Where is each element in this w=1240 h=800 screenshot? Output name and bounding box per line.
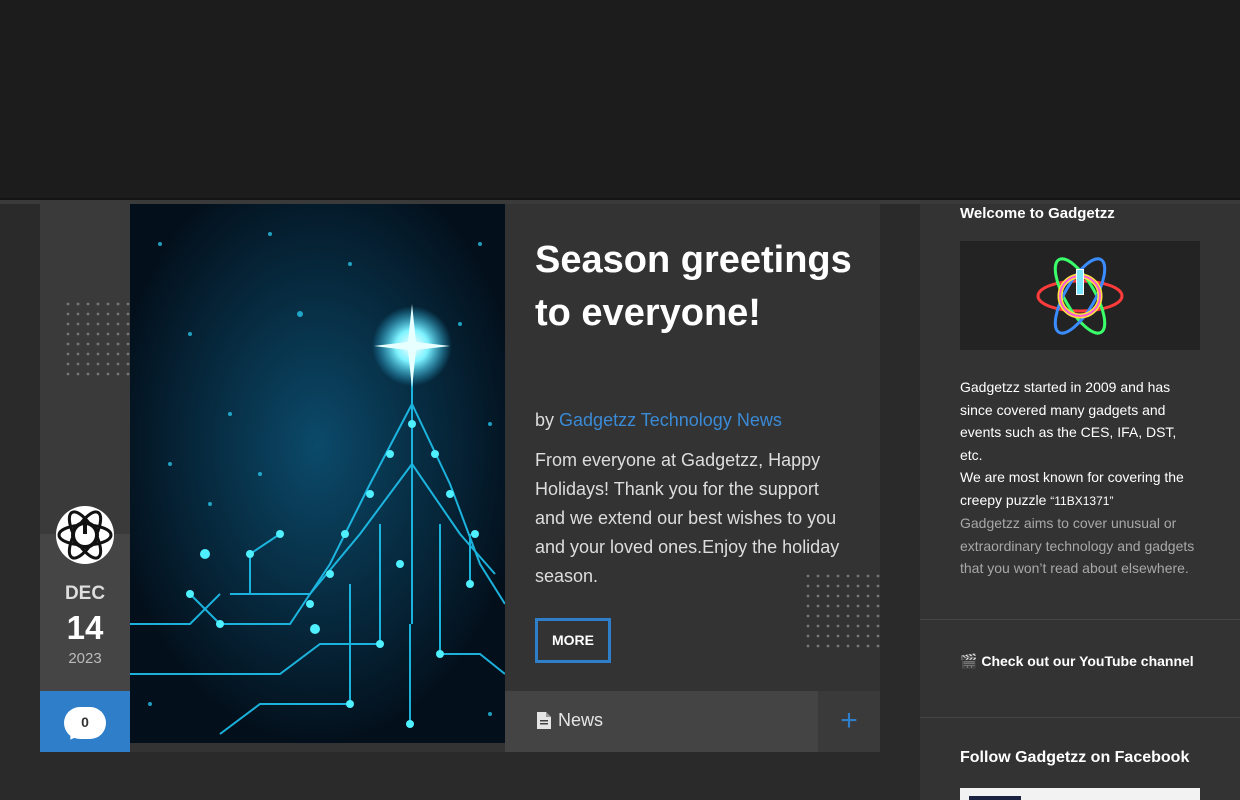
featured-image[interactable] [130, 204, 505, 743]
post-excerpt: From everyone at Gadgetzz, Happy Holiday… [535, 450, 840, 586]
comments-link[interactable]: 0 [40, 691, 130, 752]
comment-count: 0 [81, 714, 89, 730]
author-link[interactable]: Gadgetzz Technology News [559, 410, 782, 430]
youtube-link-label: Check out our YouTube channel [981, 653, 1194, 669]
sidebar: Welcome to Gadgetzz Gadgetzz started in … [920, 204, 1240, 800]
post-date-year: 2023 [68, 650, 102, 667]
facebook-page-thumbnail [969, 796, 1021, 800]
puzzle-name-link[interactable]: “11BX1371” [1050, 494, 1113, 508]
sidebar-divider [920, 717, 1240, 718]
sidebar-divider [920, 619, 1240, 620]
dot-pattern-decoration [66, 302, 130, 376]
youtube-channel-link[interactable]: 🎬 Check out our YouTube channel [960, 653, 1194, 670]
about-paragraph-2: We are most known for covering the creep… [960, 466, 1200, 512]
circuit-christmas-tree-image [130, 204, 505, 743]
more-button[interactable]: MORE [535, 618, 611, 663]
post-date-month: DEC [64, 583, 106, 604]
post-card: DEC 14 2023 0 Season greetings to everyo… [40, 204, 880, 752]
site-logo-banner[interactable] [960, 241, 1200, 350]
byline-prefix: by [535, 410, 555, 430]
plus-icon: + [840, 704, 858, 737]
post-date-day: 14 [66, 609, 104, 646]
post-title[interactable]: Season greetings to everyone! [535, 234, 855, 340]
power-atom-logo-icon[interactable] [55, 505, 115, 565]
dot-pattern-decoration [806, 574, 880, 648]
post-byline: by Gadgetzz Technology News [535, 410, 782, 431]
welcome-widget-title: Welcome to Gadgetzz [960, 205, 1115, 222]
site-header [0, 0, 1240, 200]
about-paragraph-3: Gadgetzz aims to cover unusual or extrao… [960, 515, 1195, 576]
about-text: Gadgetzz started in 2009 and has since c… [960, 376, 1200, 580]
about-paragraph-1: Gadgetzz started in 2009 and has since c… [960, 379, 1177, 463]
document-icon [537, 712, 551, 729]
facebook-widget-title: Follow Gadgetzz on Facebook [960, 749, 1190, 766]
category-link-news[interactable]: News [558, 710, 603, 731]
clapperboard-icon: 🎬 [960, 653, 978, 669]
gadgetzz-logo-icon [1036, 257, 1124, 335]
facebook-page-embed[interactable] [960, 788, 1200, 800]
expand-button[interactable]: + [818, 691, 880, 752]
category-bar: News [505, 691, 818, 752]
